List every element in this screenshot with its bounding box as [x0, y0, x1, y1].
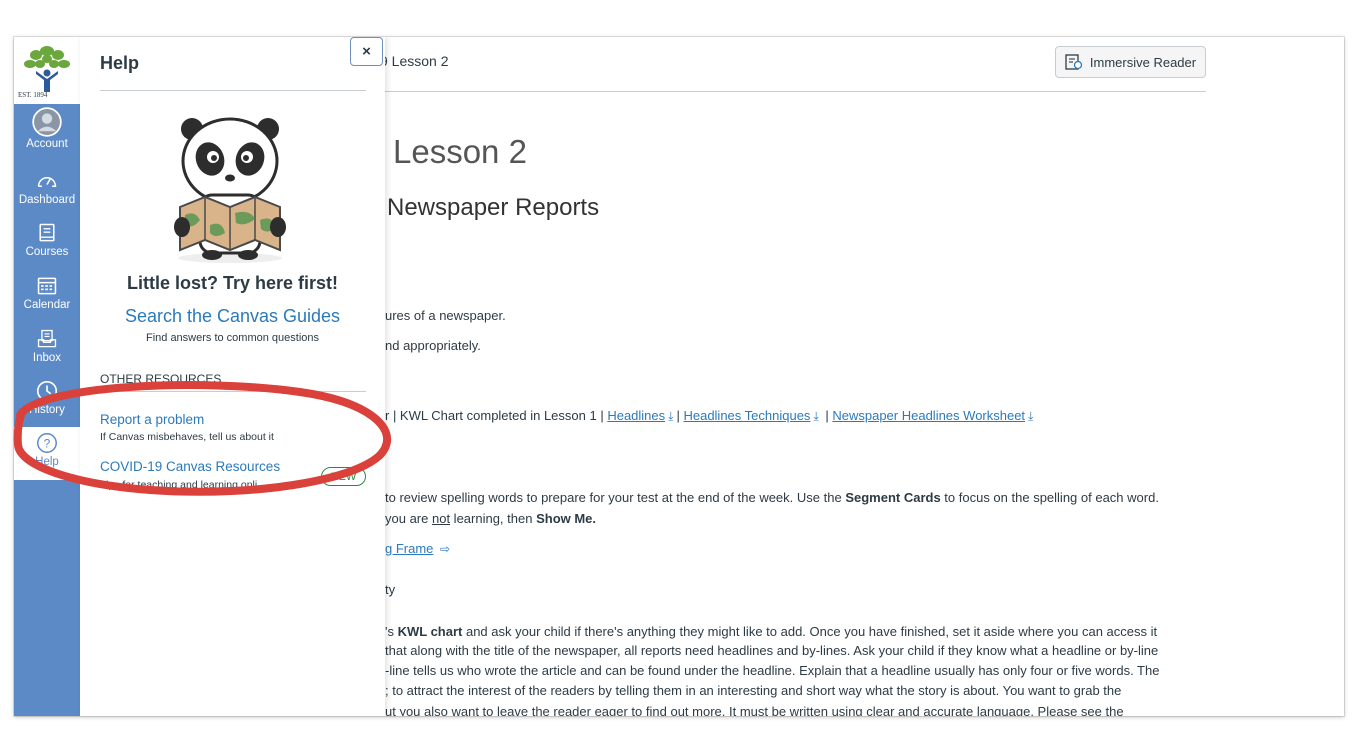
body-line-3: -line tells us who wrote the article and… — [385, 663, 1160, 678]
nav-label: Calendar — [23, 299, 71, 311]
show-me-bold: Show Me. — [536, 511, 597, 526]
tray-divider — [100, 391, 366, 392]
avatar-icon — [32, 107, 62, 137]
clock-icon — [36, 380, 58, 402]
dashboard-icon — [37, 177, 57, 187]
nav-history[interactable]: History — [14, 379, 80, 431]
immersive-reader-label: Immersive Reader — [1089, 54, 1197, 70]
external-link-icon[interactable]: ⇨ — [440, 542, 450, 556]
objective-line-2: nd appropriately. — [385, 338, 481, 353]
nav-label: History — [29, 404, 65, 416]
text-run: and ask your child if there's anything t… — [462, 624, 1158, 639]
little-lost-heading: Little lost? Try here first! — [126, 273, 339, 293]
body-line-1: 's KWL chart and ask your child if there… — [385, 624, 1157, 639]
body-line-5: ut you also want to leave the reader eag… — [385, 704, 1124, 716]
nav-label: Courses — [25, 246, 69, 258]
canvas-guides-description: Find answers to common questions — [145, 332, 320, 344]
frame-line: g Frame ⇨ — [385, 541, 453, 556]
immersive-reader-button[interactable]: Immersive Reader — [1055, 46, 1206, 78]
nav-label: Account — [26, 138, 68, 150]
page-title: Lesson 2 — [393, 133, 527, 170]
body-line-4: ; to attract the interest of the readers… — [385, 683, 1122, 698]
spelling-line: to review spelling words to prepare for … — [385, 490, 1159, 505]
nav-help[interactable]: ? Help — [14, 427, 80, 480]
report-problem-description: If Canvas misbehaves, tell us about it — [100, 431, 274, 443]
text-run: 's — [385, 624, 398, 639]
nav-label: Inbox — [32, 352, 62, 364]
nav-dashboard[interactable]: Dashboard — [14, 171, 80, 223]
tray-divider — [100, 90, 366, 91]
nav-account[interactable]: Account — [14, 107, 80, 159]
text-run: learning, then — [450, 511, 537, 526]
nav-courses[interactable]: Courses — [14, 221, 80, 273]
svg-text:?: ? — [44, 437, 51, 451]
download-icon[interactable]: ⤓ — [1028, 409, 1033, 423]
header-divider — [380, 91, 1206, 92]
new-badge: NEW — [321, 467, 366, 486]
covid-resources-link[interactable]: COVID-19 Canvas Resources — [100, 459, 280, 474]
breadcrumb[interactable]: 9 Lesson 2 — [380, 53, 449, 69]
download-icon[interactable]: ⤓ — [668, 409, 673, 423]
app-window: EST. 1894 Account Dashboard Courses Cale… — [14, 37, 1344, 716]
school-logo[interactable]: EST. 1894 — [14, 37, 80, 104]
covid-resources-description: Tips for teaching and learning onli — [100, 479, 258, 491]
objective-line-1: ures of a newspaper. — [385, 308, 506, 323]
text-run: you are — [385, 511, 432, 526]
text-run: to review spelling words to prepare for … — [385, 490, 846, 505]
nav-calendar[interactable]: Calendar — [14, 274, 80, 326]
headlines-techniques-link[interactable]: Headlines Techniques — [683, 408, 810, 423]
immersive-reader-icon — [1065, 54, 1083, 70]
nav-inbox[interactable]: Inbox — [14, 327, 80, 379]
download-icon[interactable]: ⤓ — [813, 409, 818, 423]
global-nav: EST. 1894 Account Dashboard Courses Cale… — [14, 37, 80, 716]
calendar-icon — [37, 277, 57, 295]
other-resources-heading: OTHER RESOURCES — [100, 372, 222, 386]
report-problem-link[interactable]: Report a problem — [100, 412, 204, 427]
panda-illustration — [174, 117, 286, 263]
activity-heading: ty — [385, 582, 396, 597]
close-button[interactable]: × — [350, 37, 383, 66]
headlines-worksheet-link[interactable]: Newspaper Headlines Worksheet — [832, 408, 1025, 423]
help-icon: ? — [37, 433, 57, 453]
text-run: to focus on the spelling of each word. — [940, 490, 1159, 505]
tree-logo-icon: EST. 1894 — [18, 46, 70, 99]
kwl-chart-bold: KWL chart — [397, 624, 463, 639]
frame-link[interactable]: g Frame — [385, 541, 433, 556]
not-underlined: not — [431, 511, 451, 526]
help-tray: Help × Little lost? Try here first! Sear… — [80, 37, 385, 716]
showme-line: you are not learning, then Show Me. — [385, 511, 596, 526]
inbox-icon — [37, 329, 57, 348]
body-line-2: that along with the title of the newspap… — [385, 643, 1159, 658]
page-subtitle: Newspaper Reports — [387, 194, 600, 221]
help-tray-title: Help — [100, 53, 140, 73]
book-icon — [39, 223, 55, 242]
materials-prefix: r | KWL Chart completed in Lesson 1 | — [385, 408, 604, 423]
nav-label: Dashboard — [18, 194, 76, 206]
headlines-link[interactable]: Headlines — [607, 408, 665, 423]
canvas-guides-link[interactable]: Search the Canvas Guides — [80, 306, 385, 327]
segment-cards-bold: Segment Cards — [845, 490, 941, 505]
nav-label: Help — [35, 456, 59, 468]
svg-text:EST. 1894: EST. 1894 — [18, 91, 48, 99]
materials-line: r | KWL Chart completed in Lesson 1 | He… — [385, 408, 1034, 423]
